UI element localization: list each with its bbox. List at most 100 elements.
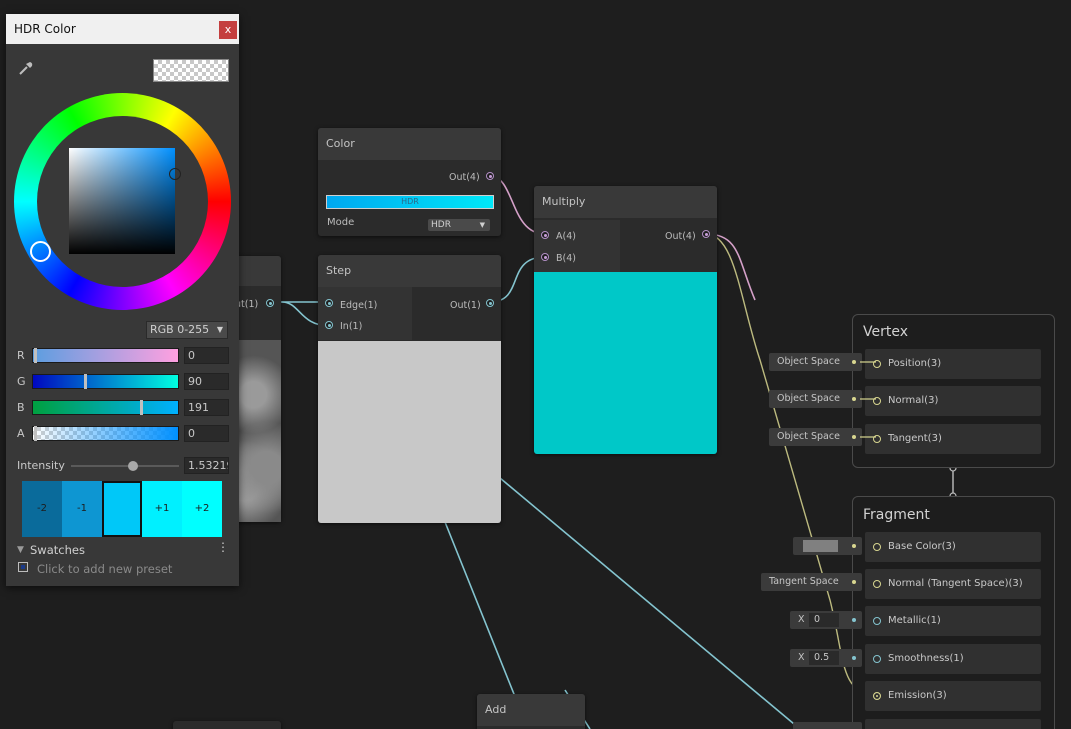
partial-node-bottom[interactable] <box>173 721 281 729</box>
intensity-label: Intensity <box>17 459 65 472</box>
fragment-block-next[interactable] <box>865 719 1041 729</box>
channel-a-slider[interactable] <box>32 426 179 441</box>
vertex-title: Vertex <box>863 324 909 340</box>
vertex-block-normal[interactable]: Normal(3) <box>865 386 1041 416</box>
multiply-inputs-panel <box>534 220 620 272</box>
multiply-node-title: Multiply <box>534 186 717 218</box>
vertex-block-label: Normal(3) <box>888 395 939 406</box>
vertex-position-input[interactable]: Object Space <box>769 353 862 371</box>
pill-label: Object Space <box>777 356 840 367</box>
fragment-stack[interactable]: Fragment Base Color(3) Normal (Tangent S… <box>852 496 1055 729</box>
exposure-minus-1[interactable]: -1 <box>62 481 102 537</box>
normal-tangent-input[interactable]: Tangent Space <box>761 573 862 591</box>
color-mode-select-value: RGB 0-255 <box>150 323 210 336</box>
fragment-block-label: Emission(3) <box>888 690 947 701</box>
fragment-block-normal[interactable]: Normal (Tangent Space)(3) <box>865 569 1041 599</box>
fragment-block-base-color[interactable]: Base Color(3) <box>865 532 1041 562</box>
step-in-label: In(1) <box>340 321 363 332</box>
eyedropper-icon[interactable] <box>17 59 35 77</box>
intensity-slider-track[interactable] <box>71 465 179 467</box>
fragment-block-smoothness[interactable]: Smoothness(1) <box>865 644 1041 674</box>
chevron-down-icon: ▼ <box>479 221 485 229</box>
close-icon: x <box>224 23 232 36</box>
partial-bottom-input[interactable] <box>793 722 862 729</box>
exposure-plus-2[interactable]: +2 <box>182 481 222 537</box>
fragment-block-emission[interactable]: Emission(3) <box>865 681 1041 711</box>
partial-out-port[interactable] <box>266 299 274 307</box>
base-color-swatch <box>803 540 838 552</box>
swatches-label[interactable]: Swatches <box>30 543 85 557</box>
metallic-value[interactable]: 0 <box>809 613 839 627</box>
step-in-port[interactable] <box>325 321 333 329</box>
step-edge-label: Edge(1) <box>340 300 378 311</box>
channel-g-slider[interactable] <box>32 374 179 389</box>
metallic-input[interactable]: X0 <box>790 611 862 629</box>
slider-handle[interactable] <box>34 426 37 441</box>
slider-handle[interactable] <box>140 400 143 415</box>
vertex-block-tangent[interactable]: Tangent(3) <box>865 424 1041 454</box>
smoothness-value[interactable]: 0.5 <box>809 651 839 665</box>
color-mode-select[interactable]: RGB 0-255 ▼ <box>146 321 228 339</box>
shader-graph-canvas[interactable]: ut(1) Color Out(4) HDR Mode HDR ▼ Step E… <box>0 0 1071 729</box>
multiply-a-port[interactable] <box>541 231 549 239</box>
fragment-block-label: Base Color(3) <box>888 541 956 552</box>
saturation-value-square[interactable] <box>69 148 175 254</box>
sv-picker-handle[interactable] <box>169 168 181 180</box>
multiply-out-port[interactable] <box>702 230 710 238</box>
channel-g-field[interactable]: 90 <box>184 373 229 390</box>
channel-r-field[interactable]: 0 <box>184 347 229 364</box>
color-hdr-bar[interactable]: HDR <box>326 195 494 209</box>
hdr-window-title: HDR Color <box>6 14 239 44</box>
intensity-field[interactable]: 1.53219 <box>184 457 229 474</box>
vertex-tangent-input[interactable]: Object Space <box>769 428 862 446</box>
step-inputs-panel <box>318 287 412 340</box>
color-mode-value: HDR <box>431 220 451 230</box>
color-mode-dropdown[interactable]: HDR ▼ <box>428 219 490 231</box>
pill-label: Tangent Space <box>769 576 839 587</box>
exposure-minus-2[interactable]: -2 <box>22 481 62 537</box>
fragment-block-label: Smoothness(1) <box>888 653 964 664</box>
hue-picker-handle[interactable] <box>30 241 51 262</box>
add-node[interactable]: Add <box>477 694 585 729</box>
step-node[interactable]: Step Edge(1) In(1) Out(1) <box>318 255 501 523</box>
slider-handle[interactable] <box>84 374 87 389</box>
color-node[interactable]: Color Out(4) HDR Mode HDR ▼ <box>318 128 501 236</box>
vertex-stack[interactable]: Vertex Position(3) Normal(3) Tangent(3) <box>852 314 1055 468</box>
channel-r-slider[interactable] <box>32 348 179 363</box>
color-mode-label: Mode <box>327 217 355 228</box>
step-out-label: Out(1) <box>450 300 481 311</box>
vertex-block-label: Position(3) <box>888 358 942 369</box>
more-vertical-icon[interactable]: ⋮ <box>217 540 229 554</box>
step-out-port[interactable] <box>486 299 494 307</box>
color-out-port[interactable] <box>486 172 494 180</box>
triangle-down-icon[interactable]: ▼ <box>17 545 24 555</box>
hdr-color-window[interactable]: HDR Color x RGB 0-255 ▼ R 0 G 90 B 191 A <box>6 14 239 586</box>
smoothness-input[interactable]: X 0.5 <box>790 649 862 667</box>
vertex-normal-input[interactable]: Object Space <box>769 390 862 408</box>
vertex-block-position[interactable]: Position(3) <box>865 349 1041 379</box>
intensity-slider-handle[interactable] <box>127 461 138 471</box>
slider-handle[interactable] <box>34 348 37 363</box>
swatches-hint[interactable]: Click to add new preset <box>37 562 172 576</box>
channel-b-field[interactable]: 191 <box>184 399 229 416</box>
multiply-node[interactable]: Multiply A(4) B(4) Out(4) <box>534 186 717 454</box>
exposure-current[interactable] <box>102 481 142 537</box>
step-edge-port[interactable] <box>325 299 333 307</box>
wire-cyan-diagonal-1 <box>499 477 801 729</box>
fragment-block-metallic[interactable]: Metallic(1) <box>865 606 1041 636</box>
channel-b-slider[interactable] <box>32 400 179 415</box>
exposure-plus-1[interactable]: +1 <box>142 481 182 537</box>
close-button[interactable]: x <box>219 21 237 39</box>
color-out-label: Out(4) <box>449 172 480 183</box>
channel-a-field[interactable]: 0 <box>184 425 229 442</box>
fragment-block-label: Metallic(1) <box>888 615 941 626</box>
channel-b-label: B <box>17 401 25 414</box>
axis-label: X <box>798 614 805 625</box>
multiply-b-port[interactable] <box>541 253 549 261</box>
chevron-down-icon: ▼ <box>216 325 223 334</box>
base-color-input[interactable] <box>793 537 862 555</box>
fragment-title: Fragment <box>863 507 930 523</box>
multiply-preview <box>534 272 717 454</box>
channel-a-label: A <box>17 427 25 440</box>
axis-label: X <box>798 652 805 663</box>
